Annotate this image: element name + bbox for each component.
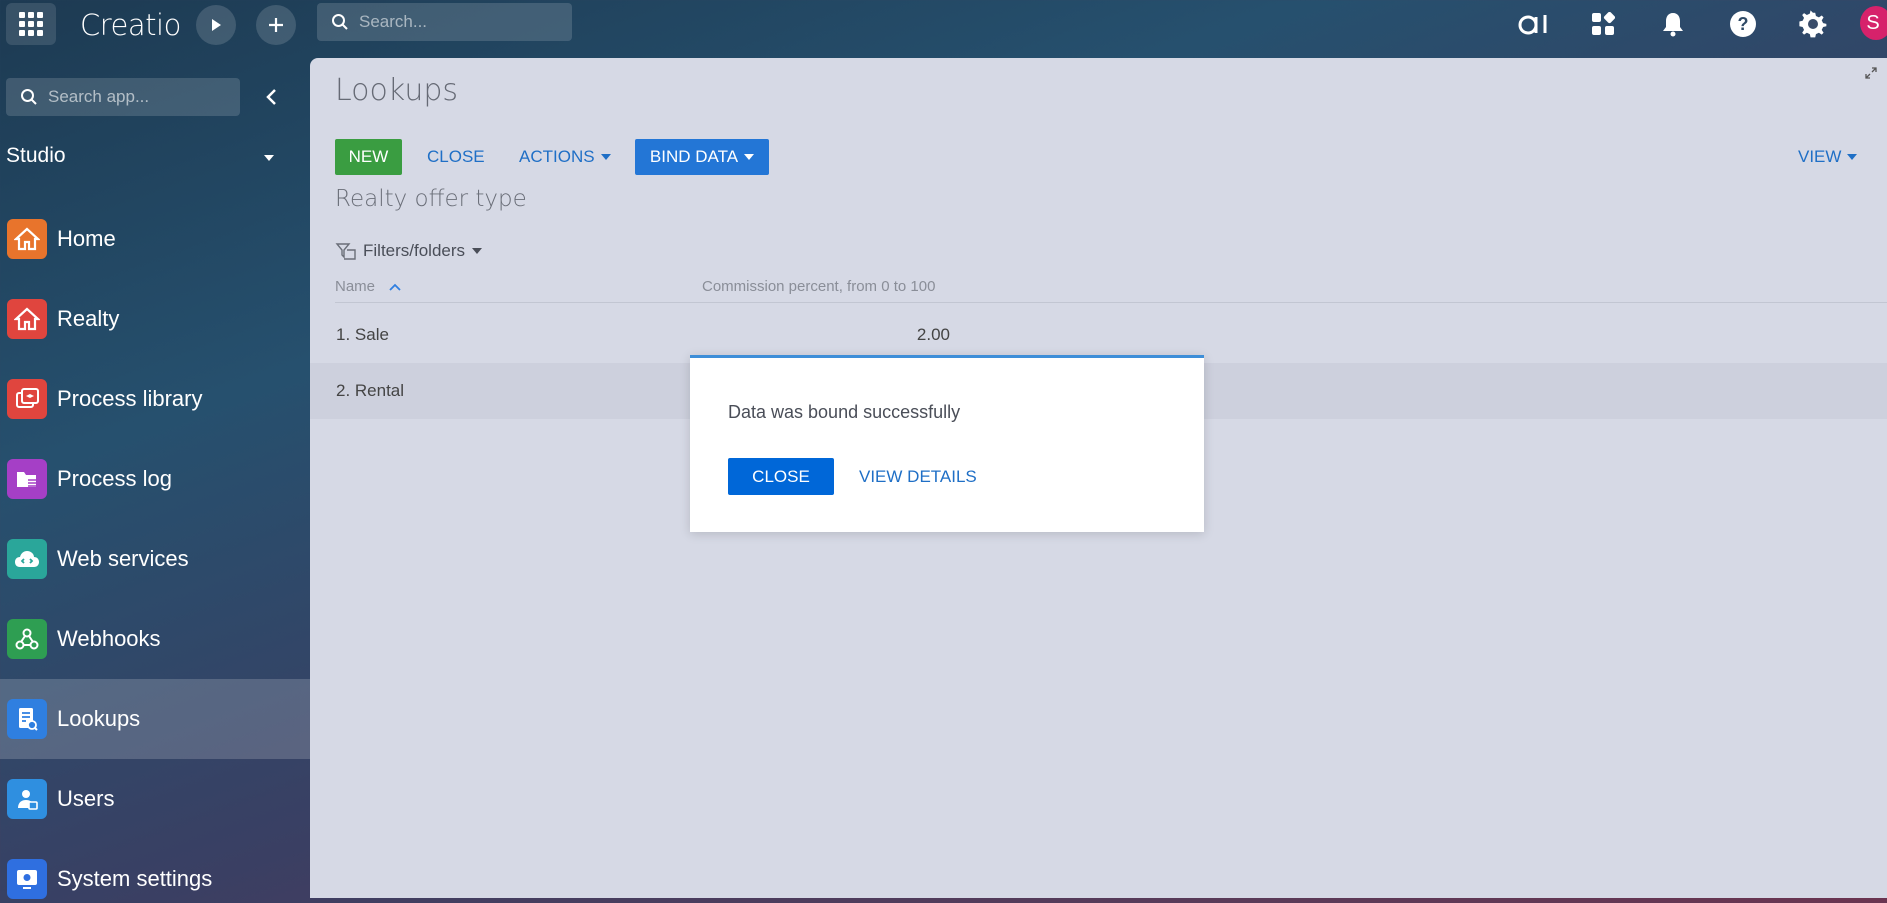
success-dialog: Data was bound successfully CLOSE VIEW D… [690, 355, 1204, 532]
bind-data-button[interactable]: BIND DATA [635, 139, 769, 175]
filters-label: Filters/folders [363, 241, 466, 260]
chevron-left-icon [266, 89, 276, 105]
widgets-icon [1592, 12, 1615, 35]
ai-icon [1518, 15, 1547, 35]
help-icon: ? [1730, 11, 1756, 37]
chevron-down-icon[interactable] [264, 155, 274, 161]
app-logo[interactable]: Creatio [80, 8, 181, 42]
search-icon [21, 89, 37, 105]
expand-icon[interactable] [1865, 66, 1877, 84]
column-header-label: Name [335, 278, 376, 295]
view-button[interactable]: VIEW [1798, 139, 1858, 175]
cloud-icon [7, 539, 47, 579]
user-avatar[interactable]: S [1860, 6, 1887, 40]
search-icon [332, 14, 348, 30]
bell-icon [1663, 13, 1683, 37]
lookup-name: Realty offer type [335, 186, 527, 212]
run-process-button[interactable] [196, 5, 236, 45]
sidebar-item-process-library[interactable]: Process library [0, 359, 310, 439]
cell-commission: 2.00 [916, 325, 950, 344]
new-button[interactable]: NEW [335, 139, 402, 175]
apps-grid-button[interactable] [6, 3, 56, 45]
users-icon [7, 779, 47, 819]
ai-button[interactable] [1518, 8, 1550, 40]
sidebar: Search app... Studio Home Realty Process… [0, 48, 310, 903]
sidebar-item-realty[interactable]: Realty [0, 279, 310, 359]
sidebar-item-label: Webhooks [57, 626, 161, 651]
settings-button[interactable] [1797, 8, 1829, 40]
filters-folders-button[interactable]: Filters/folders [335, 240, 483, 262]
chevron-down-icon [472, 248, 483, 254]
webhook-icon [7, 619, 47, 659]
home-icon [7, 299, 47, 339]
sidebar-item-web-services[interactable]: Web services [0, 519, 310, 599]
top-bar: Creatio Search... ? S [0, 0, 1887, 48]
workspace-selector[interactable]: Studio [6, 144, 66, 168]
sidebar-item-process-log[interactable]: Process log [0, 439, 310, 519]
chevron-down-icon [600, 154, 611, 160]
sidebar-item-label: Users [57, 786, 115, 811]
chevron-down-icon [1847, 154, 1858, 160]
plus-icon [269, 18, 283, 32]
svg-text:?: ? [1738, 14, 1749, 34]
dialog-message: Data was bound successfully [728, 402, 961, 422]
cell-name: 1. Sale [336, 325, 389, 344]
global-search-input[interactable]: Search... [317, 3, 572, 41]
sidebar-item-label: Lookups [57, 706, 141, 731]
view-details-link[interactable]: VIEW DETAILS [859, 458, 977, 495]
sidebar-item-users[interactable]: Users [0, 759, 310, 839]
bind-data-label: BIND DATA [649, 147, 739, 166]
cell-name: 2. Rental [336, 381, 405, 400]
app-search-placeholder: Search app... [48, 87, 150, 106]
widgets-button[interactable] [1587, 8, 1619, 40]
add-button[interactable] [256, 5, 296, 45]
help-button[interactable]: ? [1727, 8, 1759, 40]
sidebar-item-label: Process library [57, 386, 203, 411]
gear-icon [1799, 10, 1827, 38]
lookup-icon [7, 699, 47, 739]
sidebar-item-home[interactable]: Home [0, 199, 310, 279]
home-icon [7, 219, 47, 259]
process-log-icon [7, 459, 47, 499]
column-header-commission[interactable]: Commission percent, from 0 to 100 [702, 278, 935, 295]
app-search-input[interactable]: Search app... [6, 78, 240, 116]
actions-label: ACTIONS [519, 147, 595, 166]
settings-icon [7, 859, 47, 899]
header-divider [335, 302, 1887, 303]
sidebar-item-system-settings[interactable]: System settings [0, 839, 310, 903]
play-icon [212, 19, 221, 31]
apps-grid-icon [19, 12, 43, 36]
chevron-down-icon [744, 154, 755, 160]
collapse-sidebar-button[interactable] [258, 84, 284, 110]
view-label: VIEW [1798, 147, 1842, 166]
sidebar-item-label: Web services [57, 546, 189, 571]
search-placeholder: Search... [359, 12, 428, 31]
sort-ascending-icon [389, 283, 401, 291]
sidebar-item-label: System settings [57, 866, 213, 891]
sidebar-item-label: Home [57, 226, 116, 251]
process-library-icon [7, 379, 47, 419]
sidebar-item-lookups[interactable]: Lookups [0, 679, 310, 759]
notifications-button[interactable] [1657, 8, 1689, 40]
column-header-name[interactable]: Name [335, 278, 401, 295]
sidebar-item-label: Realty [57, 306, 120, 331]
sidebar-item-label: Process log [57, 466, 172, 491]
filter-folder-icon [335, 243, 356, 260]
dialog-close-button[interactable]: CLOSE [728, 458, 834, 495]
page-title: Lookups [335, 73, 459, 108]
close-button[interactable]: CLOSE [427, 139, 485, 175]
sidebar-item-webhooks[interactable]: Webhooks [0, 599, 310, 679]
actions-button[interactable]: ACTIONS [519, 139, 611, 175]
